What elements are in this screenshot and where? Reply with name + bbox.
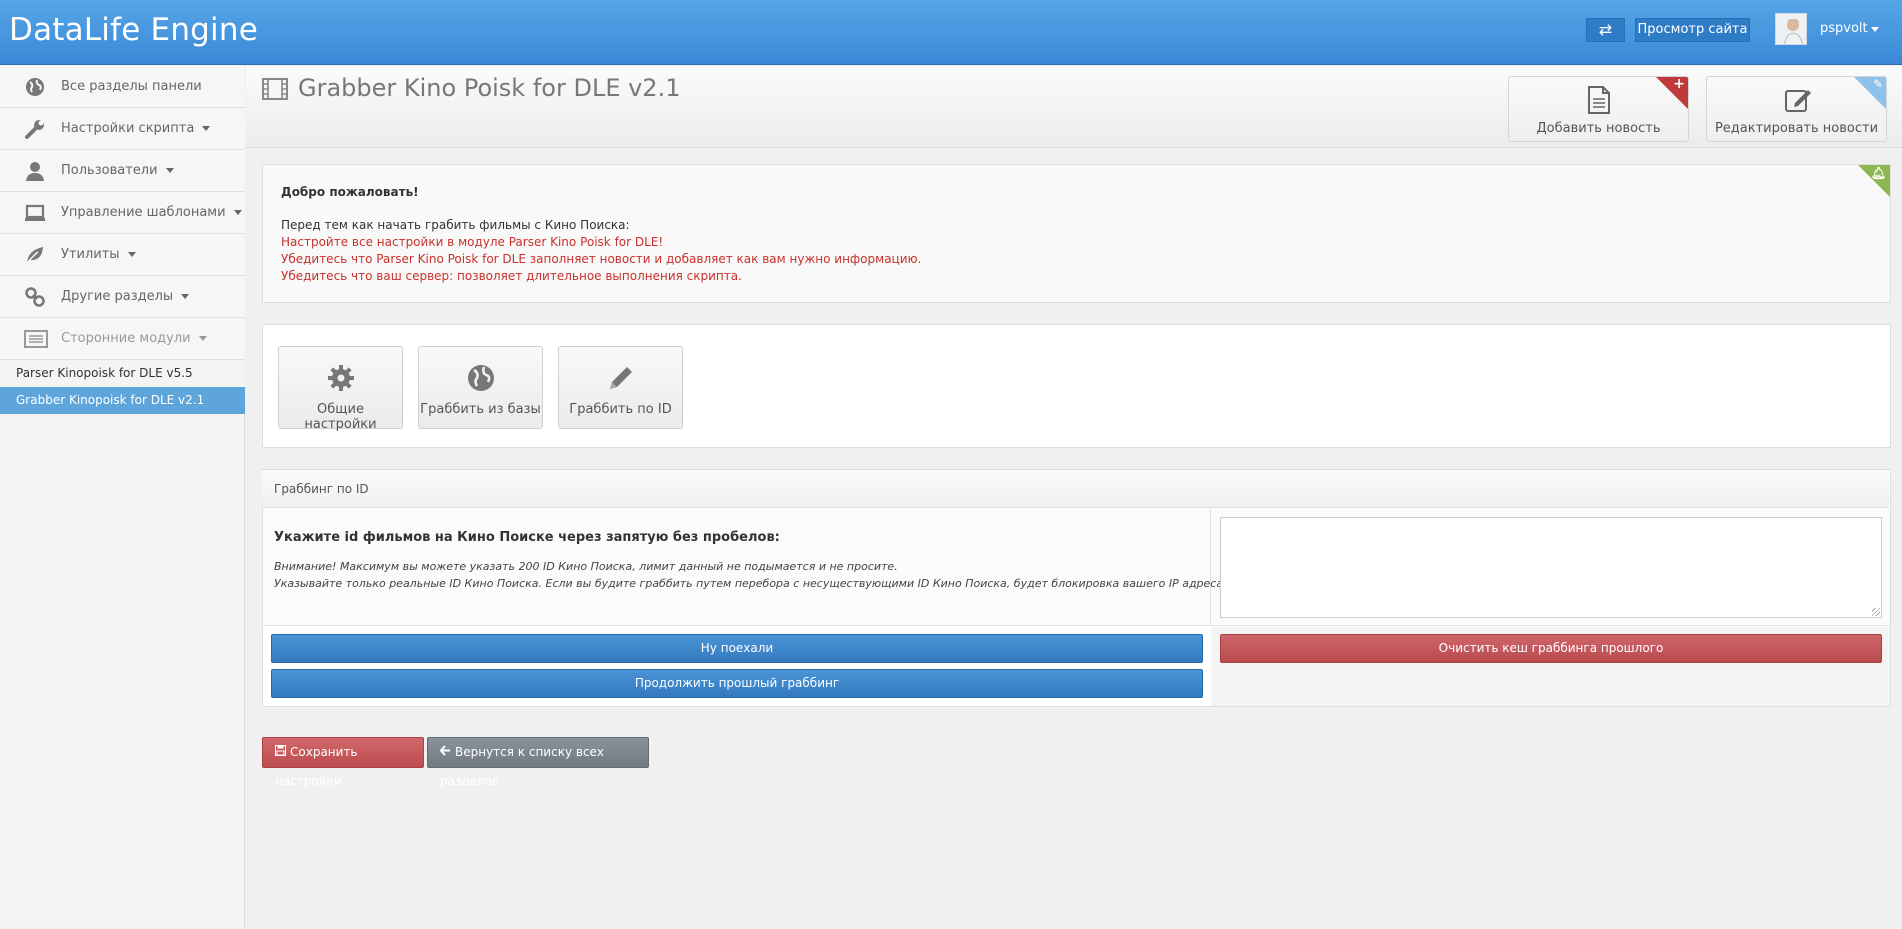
- resize-handle[interactable]: [1872, 608, 1880, 616]
- sidebar-item-templates[interactable]: Управление шаблонами: [0, 192, 245, 234]
- tab-grab-from-db[interactable]: Граббить из базы: [418, 346, 543, 429]
- welcome-line: Убедитесь что Parser Kino Poisk for DLE …: [281, 252, 922, 266]
- tab-label: Граббить из базы: [420, 402, 541, 417]
- wrench-icon: [24, 118, 46, 140]
- welcome-title: Добро пожаловать!: [281, 185, 419, 199]
- add-news-label: Добавить новость: [1536, 121, 1661, 136]
- caret-down-icon: [181, 294, 190, 299]
- tab-grab-by-id[interactable]: Граббить по ID: [558, 346, 683, 429]
- username[interactable]: pspvolt: [1820, 21, 1868, 36]
- caret-down-icon: [165, 168, 174, 173]
- user-icon: [24, 160, 46, 182]
- bell-icon: 🔔︎: [1870, 166, 1886, 180]
- sidebar-subitem-parser[interactable]: Parser Kinopoisk for DLE v5.5: [0, 360, 245, 387]
- pencil-icon: ✎: [1872, 77, 1883, 91]
- caret-down-icon: [127, 252, 136, 257]
- tab-label: Общие настройки: [304, 402, 377, 432]
- sidebar-item-script-settings[interactable]: Настройки скрипта: [0, 108, 245, 150]
- pencil-icon: [606, 363, 636, 393]
- link-icon: [24, 286, 46, 308]
- clear-cache-button[interactable]: Очистить кеш граббинга прошлого: [1220, 634, 1882, 663]
- sidebar-item-label: Другие разделы: [61, 289, 190, 304]
- sidebar-item-text: Сторонние модули: [61, 331, 191, 346]
- sidebar-item-label: Все разделы панели: [61, 79, 202, 94]
- grab-question: Укажите id фильмов на Кино Поиске через …: [274, 530, 780, 545]
- film-icon: [262, 78, 288, 100]
- file-icon: [1585, 85, 1613, 115]
- grab-note: Внимание! Максимум вы можете указать 200…: [274, 560, 898, 573]
- sidebar-item-label: Утилиты: [61, 247, 136, 262]
- save-icon: [275, 738, 286, 767]
- welcome-intro: Перед тем как начать грабить фильмы с Ки…: [281, 218, 630, 232]
- grab-panel-title: Граббинг по ID: [274, 482, 369, 496]
- tab-label: Граббить по ID: [569, 402, 672, 417]
- sidebar-item-text: Управление шаблонами: [61, 205, 226, 220]
- sidebar-item-label: Управление шаблонами: [61, 205, 242, 220]
- caret-down-icon: [233, 210, 242, 215]
- laptop-icon: [24, 202, 46, 224]
- tab-general-settings[interactable]: Общие настройки: [278, 346, 403, 432]
- sidebar-item-utilities[interactable]: Утилиты: [0, 234, 245, 276]
- exchange-icon: ⇄: [1598, 20, 1613, 39]
- add-news-button[interactable]: Добавить новость +: [1508, 76, 1689, 142]
- film-ids-textarea[interactable]: [1220, 517, 1882, 618]
- caret-down-icon: [202, 126, 211, 131]
- back-label: Вернутся к списку всех разделов: [440, 745, 605, 788]
- sidebar-item-text: Настройки скрипта: [61, 121, 195, 136]
- sidebar-item-users[interactable]: Пользователи: [0, 150, 245, 192]
- list-icon: [24, 328, 48, 350]
- continue-grab-button[interactable]: Продолжить прошлый граббинг: [271, 669, 1203, 698]
- grab-note: Указывайте только реальные ID Кино Поиск…: [274, 577, 1228, 590]
- start-grab-button[interactable]: Ну поехали: [271, 634, 1203, 663]
- sidebar-item-text: Другие разделы: [61, 289, 174, 304]
- avatar[interactable]: [1775, 13, 1807, 45]
- caret-down-icon: [198, 336, 207, 341]
- globe-icon: [466, 363, 496, 393]
- sidebar-item-all-sections[interactable]: Все разделы панели: [0, 66, 245, 108]
- sidebar-item-other-sections[interactable]: Другие разделы: [0, 276, 245, 318]
- exchange-button[interactable]: ⇄: [1586, 18, 1625, 42]
- edit-news-label: Редактировать новости: [1714, 121, 1879, 136]
- sidebar-item-text: Утилиты: [61, 247, 120, 262]
- brand-logo[interactable]: DataLife Engine: [9, 12, 258, 48]
- gear-icon: [326, 363, 356, 393]
- page-title: Grabber Kino Poisk for DLE v2.1: [298, 74, 681, 102]
- chevron-down-icon[interactable]: [1871, 27, 1879, 32]
- leaf-icon: [24, 244, 46, 266]
- welcome-line: Настройте все настройки в модуле Parser …: [281, 235, 664, 249]
- edit-news-button[interactable]: Редактировать новости ✎: [1706, 76, 1887, 142]
- save-settings-label: Сохранить настройки: [275, 745, 358, 788]
- sidebar-item-label: Настройки скрипта: [61, 121, 211, 136]
- arrow-left-icon: [439, 738, 451, 767]
- sidebar-item-text: Пользователи: [61, 163, 158, 178]
- back-to-sections-button[interactable]: Вернутся к списку всех разделов: [427, 737, 649, 788]
- sidebar-item-label: Сторонние модули: [61, 331, 207, 346]
- sidebar-item-third-party-modules[interactable]: Сторонние модули: [0, 318, 245, 360]
- plus-icon: +: [1673, 76, 1685, 92]
- sidebar-item-label: Пользователи: [61, 163, 174, 178]
- grab-panel-header: [262, 470, 1889, 508]
- welcome-line: Убедитесь что ваш сервер: позволяет длит…: [281, 269, 742, 283]
- save-settings-button[interactable]: Сохранить настройки: [262, 737, 424, 788]
- view-site-button[interactable]: Просмотр сайта: [1635, 18, 1750, 42]
- welcome-panel: Добро пожаловать! Перед тем как начать г…: [262, 164, 1891, 303]
- edit-icon: [1783, 85, 1811, 115]
- globe-icon: [24, 76, 46, 98]
- sidebar-subitem-grabber[interactable]: Grabber Kinopoisk for DLE v2.1: [0, 387, 245, 414]
